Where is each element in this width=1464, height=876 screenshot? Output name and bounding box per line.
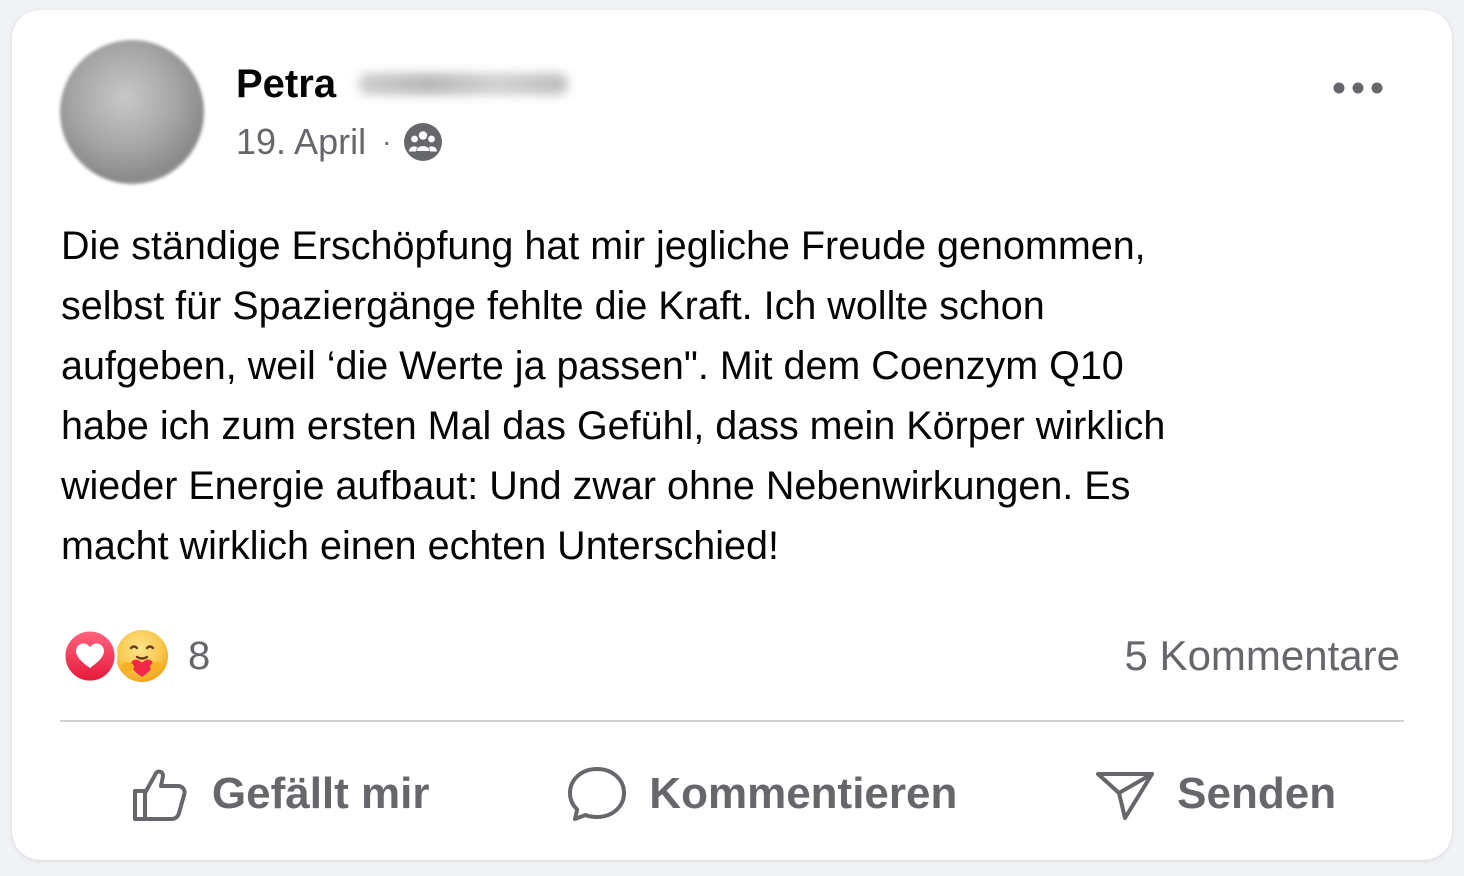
more-dots-icon	[1333, 82, 1383, 94]
post-date[interactable]: 19. April	[236, 121, 366, 163]
post-text: Die ständige Erschöpfung hat mir jeglich…	[61, 224, 1166, 568]
care-reaction-icon	[116, 630, 168, 682]
reactions-summary[interactable]: 8	[62, 626, 210, 686]
thumbs-up-icon	[132, 769, 187, 821]
post-card: Petra 19. April · Die ständige Erschöpfu…	[12, 10, 1452, 860]
group-icon[interactable]	[403, 122, 443, 162]
comment-bubble-icon	[568, 767, 627, 821]
divider	[60, 720, 1404, 722]
post-meta: 19. April ·	[236, 118, 443, 166]
more-options-button[interactable]	[1330, 70, 1386, 106]
avatar[interactable]	[60, 40, 204, 184]
meta-separator: ·	[382, 126, 392, 157]
like-button[interactable]: Gefällt mir	[108, 754, 450, 834]
comment-button[interactable]: Kommentieren	[545, 754, 977, 834]
action-bar: Gefällt mir Kommentieren Senden	[60, 740, 1404, 848]
reaction-icons	[62, 626, 174, 686]
comment-label: Kommentieren	[649, 769, 958, 818]
like-label: Gefällt mir	[211, 769, 430, 818]
love-reaction-icon	[62, 628, 118, 684]
send-button[interactable]: Senden	[1073, 754, 1356, 834]
blurred-surname	[358, 73, 569, 95]
author-name[interactable]: Petra	[236, 62, 336, 107]
send-label: Senden	[1177, 769, 1337, 818]
send-icon	[1096, 772, 1155, 820]
reaction-count: 8	[188, 633, 211, 678]
comments-count[interactable]: 5 Kommentare	[1125, 626, 1400, 686]
author-row: Petra	[236, 58, 569, 110]
